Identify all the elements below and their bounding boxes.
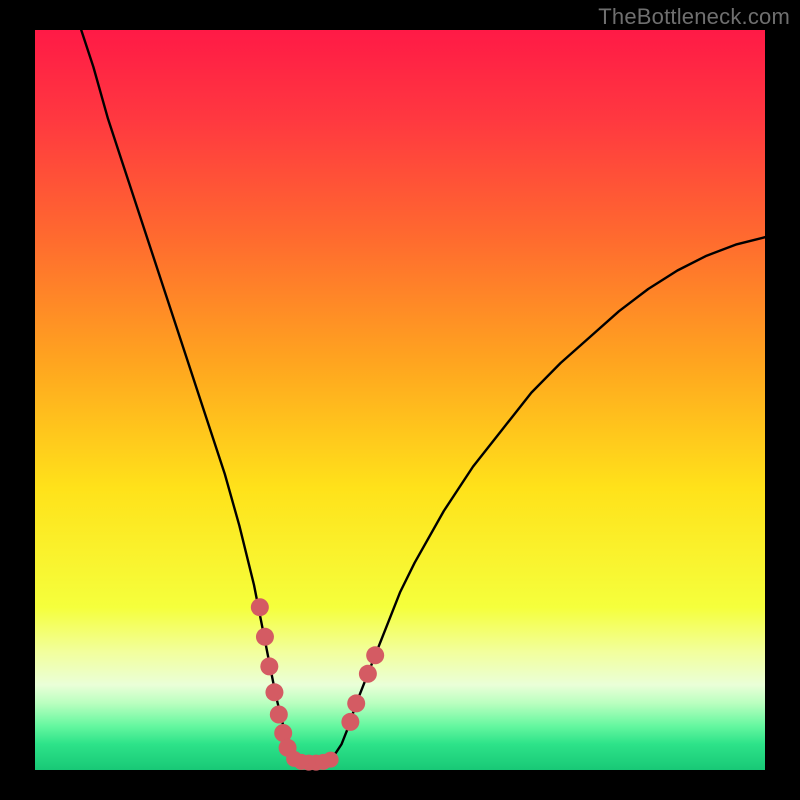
curve-marker <box>359 665 377 683</box>
curve-marker <box>366 646 384 664</box>
curve-marker <box>251 598 269 616</box>
chart-svg <box>0 0 800 800</box>
curve-marker <box>323 752 339 768</box>
curve-marker <box>265 683 283 701</box>
watermark-text: TheBottleneck.com <box>598 4 790 30</box>
plot-background <box>35 30 765 770</box>
chart-stage: TheBottleneck.com <box>0 0 800 800</box>
curve-marker <box>341 713 359 731</box>
curve-marker <box>347 694 365 712</box>
curve-marker <box>270 706 288 724</box>
curve-marker <box>256 628 274 646</box>
curve-marker <box>260 657 278 675</box>
